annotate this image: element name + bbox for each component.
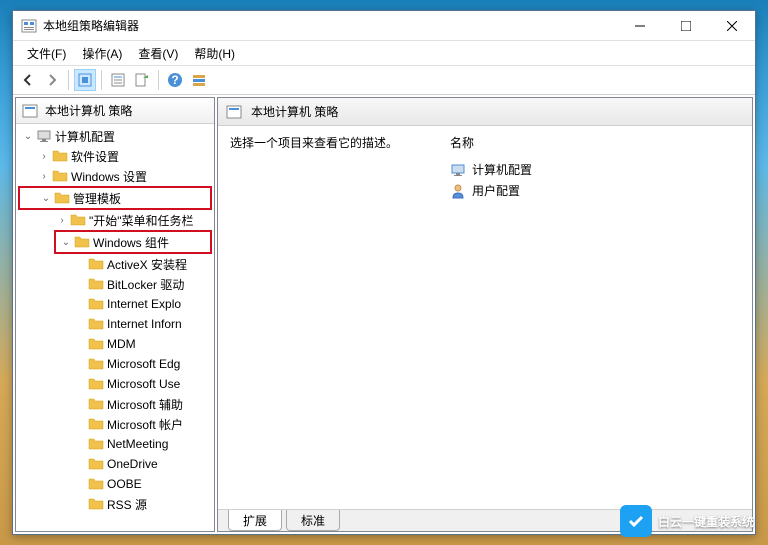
toolbar-separator: [158, 70, 159, 90]
details-title: 本地计算机 策略: [251, 103, 338, 120]
tree-node-component[interactable]: Microsoft 辅助: [18, 394, 212, 414]
folder-icon: [88, 256, 104, 272]
export-button[interactable]: [131, 69, 153, 91]
tree-node-component[interactable]: ActiveX 安装程: [18, 254, 212, 274]
folder-icon: [88, 336, 104, 352]
toolbar-separator: [68, 70, 69, 90]
folder-icon: [88, 376, 104, 392]
toolbar: ?: [13, 65, 755, 95]
tree-root-label: 本地计算机 策略: [45, 102, 132, 119]
content-area: 本地计算机 策略 ⌄ 计算机配置 › 软件设置 › Windows 设置: [13, 95, 755, 534]
forward-button[interactable]: [41, 69, 63, 91]
tree-node-component[interactable]: Microsoft Edg: [18, 354, 212, 374]
folder-icon: [88, 476, 104, 492]
folder-icon: [88, 456, 104, 472]
folder-icon: [88, 296, 104, 312]
maximize-button[interactable]: [663, 11, 709, 40]
tree-node-component[interactable]: OOBE: [18, 474, 212, 494]
folder-icon: [70, 212, 86, 228]
svg-text:?: ?: [171, 73, 178, 87]
bottom-tabs: 扩展 标准: [218, 509, 752, 531]
details-panel: 本地计算机 策略 选择一个项目来查看它的描述。 名称 计算机配置 用户配置: [217, 97, 753, 532]
app-icon: [21, 18, 37, 34]
folder-icon: [88, 396, 104, 412]
item-user-config[interactable]: 用户配置: [450, 180, 740, 201]
tree-node-component[interactable]: RSS 源: [18, 494, 212, 514]
menu-help[interactable]: 帮助(H): [186, 43, 243, 64]
menu-view[interactable]: 查看(V): [130, 43, 186, 64]
name-column: 名称 计算机配置 用户配置: [450, 134, 740, 501]
tree-node-component[interactable]: MDM: [18, 334, 212, 354]
details-header: 本地计算机 策略: [218, 98, 752, 126]
chevron-down-icon[interactable]: ⌄: [58, 237, 74, 248]
help-button[interactable]: ?: [164, 69, 186, 91]
folder-icon: [88, 316, 104, 332]
filter-button[interactable]: [188, 69, 210, 91]
tree-node-start-menu[interactable]: › "开始"菜单和任务栏: [18, 210, 212, 230]
tree-header: 本地计算机 策略: [16, 98, 214, 124]
chevron-right-icon[interactable]: ›: [54, 215, 70, 226]
window-controls: [617, 11, 755, 40]
folder-icon: [88, 416, 104, 432]
folder-icon: [54, 190, 70, 206]
toolbar-separator: [101, 70, 102, 90]
minimize-button[interactable]: [617, 11, 663, 40]
tree-node-windows-settings[interactable]: › Windows 设置: [18, 166, 212, 186]
menu-file[interactable]: 文件(F): [19, 43, 74, 64]
description-prompt: 选择一个项目来查看它的描述。: [230, 134, 410, 151]
policy-icon: [226, 104, 242, 120]
tree-node-component[interactable]: Internet Explo: [18, 294, 212, 314]
chevron-right-icon[interactable]: ›: [36, 151, 52, 162]
tree-node-admin-templates[interactable]: ⌄ 管理模板: [20, 188, 210, 208]
tab-standard[interactable]: 标准: [286, 510, 340, 531]
details-body: 选择一个项目来查看它的描述。 名称 计算机配置 用户配置: [218, 126, 752, 509]
user-icon: [450, 183, 466, 199]
folder-icon: [74, 234, 90, 250]
folder-icon: [88, 276, 104, 292]
menu-action[interactable]: 操作(A): [74, 43, 130, 64]
policy-icon: [22, 103, 38, 119]
tree-panel[interactable]: 本地计算机 策略 ⌄ 计算机配置 › 软件设置 › Windows 设置: [15, 97, 215, 532]
up-button[interactable]: [74, 69, 96, 91]
folder-icon: [88, 356, 104, 372]
computer-icon: [450, 162, 466, 178]
chevron-right-icon[interactable]: ›: [36, 171, 52, 182]
tree-node-component[interactable]: BitLocker 驱动: [18, 274, 212, 294]
name-column-header: 名称: [450, 134, 740, 151]
tree-node-component[interactable]: NetMeeting: [18, 434, 212, 454]
chevron-down-icon[interactable]: ⌄: [20, 131, 36, 142]
window-title: 本地组策略编辑器: [43, 17, 617, 34]
tree-node-component[interactable]: Internet Inforn: [18, 314, 212, 334]
computer-icon: [36, 128, 52, 144]
gpedit-window: 本地组策略编辑器 文件(F) 操作(A) 查看(V) 帮助(H) ? 本地计算机…: [12, 10, 756, 535]
properties-button[interactable]: [107, 69, 129, 91]
highlight-windows-components: ⌄ Windows 组件: [54, 230, 212, 254]
tree-node-component[interactable]: Microsoft Use: [18, 374, 212, 394]
tree-node-windows-components[interactable]: ⌄ Windows 组件: [56, 232, 210, 252]
chevron-down-icon[interactable]: ⌄: [38, 193, 54, 204]
tree-node-computer-config[interactable]: ⌄ 计算机配置: [18, 126, 212, 146]
close-button[interactable]: [709, 11, 755, 40]
tree: ⌄ 计算机配置 › 软件设置 › Windows 设置 ⌄: [16, 124, 214, 516]
folder-icon: [88, 496, 104, 512]
titlebar[interactable]: 本地组策略编辑器: [13, 11, 755, 41]
tree-node-component[interactable]: Microsoft 帐户: [18, 414, 212, 434]
folder-icon: [52, 168, 68, 184]
tree-node-software[interactable]: › 软件设置: [18, 146, 212, 166]
back-button[interactable]: [17, 69, 39, 91]
folder-icon: [88, 436, 104, 452]
tree-node-component[interactable]: OneDrive: [18, 454, 212, 474]
description-column: 选择一个项目来查看它的描述。: [230, 134, 410, 501]
item-computer-config[interactable]: 计算机配置: [450, 159, 740, 180]
highlight-admin-templates: ⌄ 管理模板: [18, 186, 212, 210]
tab-extended[interactable]: 扩展: [228, 510, 282, 531]
menubar: 文件(F) 操作(A) 查看(V) 帮助(H): [13, 41, 755, 65]
folder-icon: [52, 148, 68, 164]
